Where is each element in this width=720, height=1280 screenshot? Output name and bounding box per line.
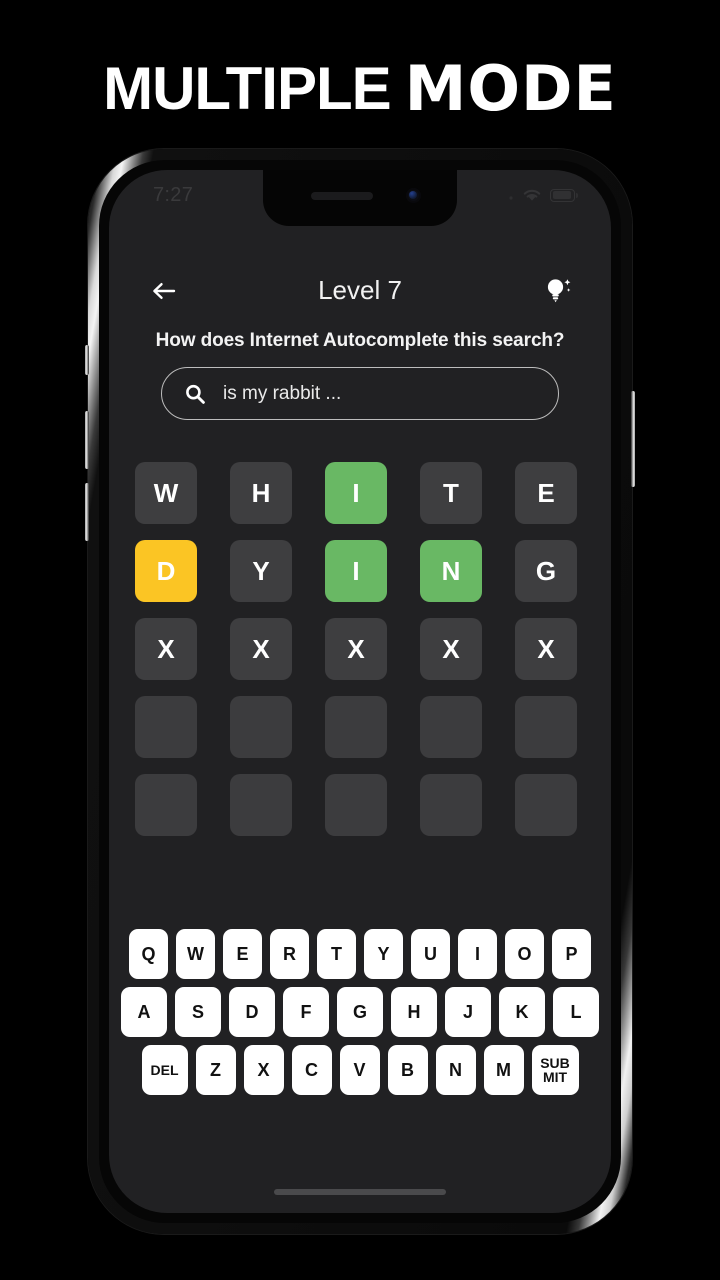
promo-headline-word-1: MULTIPLE — [103, 55, 392, 122]
key-h[interactable]: H — [391, 987, 437, 1037]
lightbulb-hint-icon — [547, 279, 571, 303]
guess-tile: X — [325, 618, 387, 680]
guess-tile — [420, 696, 482, 758]
puzzle-question: How does Internet Autocomplete this sear… — [155, 330, 565, 351]
phone-screen: 7:27 Level 7 How does Internet Autocompl… — [109, 170, 611, 1213]
guess-grid: WHITEDYINGXXXXX — [135, 462, 585, 836]
key-d[interactable]: D — [229, 987, 275, 1037]
phone-bezel: 7:27 Level 7 How does Internet Autocompl… — [99, 160, 621, 1223]
guess-tile: D — [135, 540, 197, 602]
on-screen-keyboard: QWERTYUIOP ASDFGHJKL DEL Z X C V B N M SUB MIT — [109, 929, 611, 1095]
guess-tile: I — [325, 540, 387, 602]
guess-tile: W — [135, 462, 197, 524]
guess-tile — [515, 774, 577, 836]
key-j[interactable]: J — [445, 987, 491, 1037]
guess-tile — [230, 696, 292, 758]
key-u[interactable]: U — [411, 929, 450, 979]
keyboard-row-1: QWERTYUIOP — [129, 929, 591, 979]
guess-tile — [135, 696, 197, 758]
status-bar-clock: 7:27 — [153, 184, 194, 206]
promo-headline: MULTIPLE MODE — [0, 52, 720, 125]
key-t[interactable]: T — [317, 929, 356, 979]
search-icon — [184, 383, 206, 405]
key-l[interactable]: L — [553, 987, 599, 1037]
key-x[interactable]: X — [243, 1045, 284, 1095]
signal-icon — [508, 189, 514, 201]
key-g[interactable]: G — [337, 987, 383, 1037]
guess-tile — [515, 696, 577, 758]
key-z[interactable]: Z — [195, 1045, 236, 1095]
wifi-icon — [521, 187, 543, 203]
key-i[interactable]: I — [458, 929, 497, 979]
key-c[interactable]: C — [291, 1045, 332, 1095]
volume-down-button[interactable] — [85, 483, 89, 541]
submit-label-line-2: MIT — [542, 1069, 568, 1085]
key-s[interactable]: S — [175, 987, 221, 1037]
status-bar-indicators — [508, 187, 578, 203]
key-m[interactable]: M — [483, 1045, 524, 1095]
key-submit[interactable]: SUB MIT — [531, 1045, 579, 1095]
page-title: Level 7 — [318, 275, 402, 305]
earpiece-speaker — [311, 192, 373, 200]
power-button[interactable] — [631, 391, 635, 487]
guess-tile: I — [325, 462, 387, 524]
guess-tile: T — [420, 462, 482, 524]
battery-icon — [550, 188, 578, 202]
display-notch — [263, 170, 457, 226]
promo-headline-word-2: MODE — [404, 52, 617, 125]
key-w[interactable]: W — [176, 929, 215, 979]
keyboard-row-2: ASDFGHJKL — [121, 987, 599, 1037]
phone-device-frame: 7:27 Level 7 How does Internet Autocompl… — [85, 149, 635, 1234]
front-camera-icon — [406, 188, 421, 203]
guess-tile — [325, 774, 387, 836]
key-p[interactable]: P — [552, 929, 591, 979]
guess-tile: X — [135, 618, 197, 680]
hint-button[interactable] — [537, 270, 579, 312]
key-y[interactable]: Y — [364, 929, 403, 979]
guess-tile — [325, 696, 387, 758]
key-n[interactable]: N — [435, 1045, 476, 1095]
guess-tile: N — [420, 540, 482, 602]
key-f[interactable]: F — [283, 987, 329, 1037]
home-indicator — [274, 1189, 446, 1195]
guess-tile: X — [230, 618, 292, 680]
guess-tile: Y — [230, 540, 292, 602]
keyboard-row-3: DEL Z X C V B N M SUB MIT — [141, 1045, 579, 1095]
guess-tile — [135, 774, 197, 836]
key-delete[interactable]: DEL — [141, 1045, 188, 1095]
guess-tile: X — [420, 618, 482, 680]
search-query-text: is my rabbit ... — [223, 382, 342, 404]
guess-tile: H — [230, 462, 292, 524]
key-r[interactable]: R — [270, 929, 309, 979]
key-o[interactable]: O — [505, 929, 544, 979]
key-k[interactable]: K — [499, 987, 545, 1037]
volume-up-button[interactable] — [85, 411, 89, 469]
app-header: Level 7 — [109, 262, 611, 320]
guess-tile: E — [515, 462, 577, 524]
key-q[interactable]: Q — [129, 929, 168, 979]
mute-switch[interactable] — [85, 345, 89, 375]
guess-tile — [230, 774, 292, 836]
promo-screenshot-root: MULTIPLE MODE 7:27 Level 7 How does Inte… — [0, 0, 720, 1280]
key-a[interactable]: A — [121, 987, 167, 1037]
key-b[interactable]: B — [387, 1045, 428, 1095]
guess-tile: X — [515, 618, 577, 680]
guess-tile — [420, 774, 482, 836]
key-v[interactable]: V — [339, 1045, 380, 1095]
key-e[interactable]: E — [223, 929, 262, 979]
submit-label-line-1: SUB — [540, 1054, 570, 1071]
guess-tile: G — [515, 540, 577, 602]
search-input[interactable]: is my rabbit ... — [161, 367, 559, 420]
